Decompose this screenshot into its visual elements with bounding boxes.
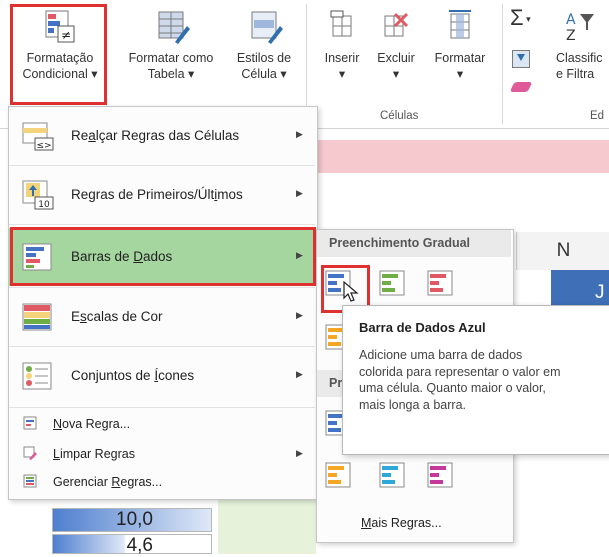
conditional-formatting-highlight	[10, 4, 107, 105]
gradient-fill-header: Preenchimento Gradual	[317, 230, 511, 257]
menu-item-label: Escalas de Cor	[71, 309, 163, 324]
menu-item-label: Limpar Regras	[53, 447, 135, 461]
menu-item-label: Conjuntos de Ícones	[71, 368, 195, 383]
format-as-table-button[interactable]: Formatar como Tabela ▾	[113, 8, 229, 82]
sort-filter-label-2: e Filtra	[556, 67, 595, 81]
insert-label-2: ▾	[338, 67, 346, 81]
menu-item-manage-rules[interactable]: Gerenciar Regras...	[9, 469, 315, 495]
menu-item-color-scales[interactable]: Escalas de Cor ▶	[9, 288, 315, 346]
autosum-button[interactable]: Σ ▾	[510, 6, 546, 31]
data-bar-tooltip: Barra de Dados Azul Adicione uma barra d…	[342, 305, 609, 455]
menu-item-label: Regras de Primeiros/Últimos	[71, 187, 243, 202]
fill-icon[interactable]	[512, 50, 530, 68]
gradient-red-data-bar-icon[interactable]	[427, 270, 453, 296]
clear-icon[interactable]	[509, 82, 533, 92]
sort-filter-button[interactable]: A Z Classific e Filtra	[556, 8, 609, 82]
highlight-rules-icon: ≤>	[22, 122, 54, 151]
svg-text:10: 10	[38, 200, 50, 210]
mouse-cursor-icon	[343, 281, 359, 302]
submenu-arrow-icon: ▶	[296, 310, 303, 320]
pink-cell-band	[316, 140, 609, 173]
sort-filter-label-1: Classific	[556, 51, 603, 65]
menu-separator	[9, 224, 315, 225]
menu-item-highlight-cell-rules[interactable]: ≤> Realçar Regras das Células ▶	[9, 107, 315, 165]
format-as-table-icon	[158, 11, 190, 44]
data-bars-highlight	[10, 227, 316, 286]
svg-text:A: A	[566, 12, 576, 28]
cell-styles-icon	[251, 11, 283, 44]
svg-text:≤>: ≤>	[36, 141, 51, 151]
submenu-arrow-icon: ▶	[296, 188, 303, 198]
menu-item-new-rule[interactable]: Nova Regra...	[9, 411, 315, 437]
format-cells-icon	[449, 10, 471, 39]
submenu-arrow-icon: ▶	[296, 369, 303, 379]
icon-sets-icon	[22, 362, 52, 390]
cell-styles-label-1: Estilos de	[236, 51, 292, 65]
new-rule-icon	[23, 416, 37, 430]
tooltip-body: Adicione uma barra de dados colorida par…	[359, 348, 561, 412]
delete-label-1: Excluir	[377, 51, 415, 65]
menu-item-clear-rules[interactable]: Limpar Regras ▶	[9, 441, 315, 467]
menu-item-label: Nova Regra...	[53, 417, 131, 431]
gradient-green-data-bar-icon[interactable]	[379, 270, 405, 296]
menu-separator	[9, 407, 315, 408]
insert-button[interactable]: Inserir ▾	[316, 8, 368, 82]
submenu-arrow-icon: ▶	[296, 448, 303, 458]
menu-item-icon-sets[interactable]: Conjuntos de Ícones ▶	[9, 347, 315, 405]
solid-purple-data-bar-icon[interactable]	[427, 462, 453, 488]
column-header-n[interactable]: N	[516, 232, 609, 270]
delete-button[interactable]: Excluir ▾	[370, 8, 422, 82]
format-as-table-label-1: Formatar como	[128, 51, 214, 65]
color-scales-icon	[22, 303, 52, 331]
cell-styles-label-2: Célula ▾	[241, 67, 287, 81]
delete-label-2: ▾	[392, 67, 400, 81]
clear-rules-icon	[23, 446, 37, 460]
more-rules-link[interactable]: Mais Regras...	[361, 516, 442, 530]
format-as-table-label-2: Tabela ▾	[147, 67, 195, 81]
data-bar-cell[interactable]: 4,6	[52, 534, 212, 556]
solid-lightblue-data-bar-icon[interactable]	[379, 462, 405, 488]
svg-text:Z: Z	[566, 28, 576, 44]
insert-label-1: Inserir	[324, 51, 360, 65]
data-bar-cell[interactable]: 10,0	[52, 508, 212, 532]
manage-rules-icon	[23, 474, 37, 488]
sort-filter-icon: A Z	[566, 12, 594, 44]
cell-styles-button[interactable]: Estilos de Célula ▾	[228, 8, 300, 82]
top-bottom-rules-icon: 10	[22, 180, 54, 210]
format-button[interactable]: Formatar ▾	[424, 8, 496, 82]
submenu-arrow-icon: ▶	[296, 129, 303, 139]
menu-item-top-bottom-rules[interactable]: 10 Regras de Primeiros/Últimos ▶	[9, 166, 315, 224]
conditional-formatting-menu: ≤> Realçar Regras das Células ▶ 10 Regra…	[8, 106, 318, 500]
solid-orange-data-bar-icon[interactable]	[325, 462, 351, 488]
tooltip-title: Barra de Dados Azul	[359, 320, 486, 335]
insert-cells-icon	[330, 10, 352, 37]
blue-cell-letter: J	[595, 282, 605, 303]
autosum-icon: Σ	[510, 5, 524, 30]
ribbon-separator	[502, 4, 503, 124]
editing-group-label: Ed	[590, 110, 605, 122]
menu-item-label: Gerenciar Regras...	[53, 475, 163, 489]
cells-group-label: Células	[380, 110, 419, 122]
menu-item-label: Realçar Regras das Células	[71, 128, 240, 143]
delete-cells-icon	[384, 12, 409, 37]
format-label-1: Formatar	[434, 51, 486, 65]
format-label-2: ▾	[456, 67, 464, 81]
